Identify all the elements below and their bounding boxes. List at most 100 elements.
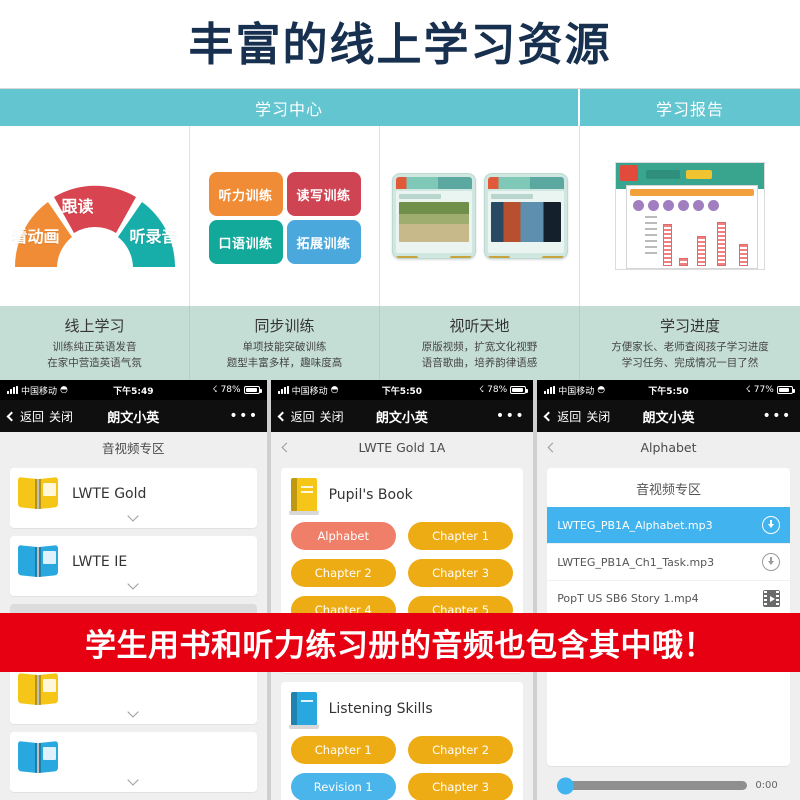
page-subheader: LWTE Gold 1A: [270, 432, 534, 462]
book-icon: [18, 673, 58, 706]
more-icon[interactable]: •••: [229, 408, 258, 424]
chart-toolbar: [630, 189, 754, 196]
chart-plot-area: [643, 214, 753, 266]
caption-subtitle: 方便家长、老师查阅孩子学习进度 学习任务、完成情况一目了然: [611, 340, 769, 370]
training-card-extension[interactable]: 拓展训练: [286, 220, 361, 264]
chart-bar: [663, 224, 672, 266]
nav-title: 朗文小英: [642, 410, 695, 426]
file-name: PopT US SB6 Story 1.mp4: [557, 592, 699, 605]
download-icon[interactable]: [761, 553, 780, 571]
chevron-down-icon[interactable]: [127, 578, 139, 590]
caption-title: 同步训练: [254, 317, 315, 336]
file-card-title: 音视频专区: [635, 483, 701, 498]
back-chevron-icon[interactable]: [547, 442, 558, 452]
thumbnail-titlebar: [395, 177, 472, 189]
audio-player[interactable]: 0:00: [547, 766, 790, 794]
chapter-pill[interactable]: Chapter 1: [407, 522, 514, 550]
chart-bar: [717, 222, 726, 266]
back-chevron-icon[interactable]: [281, 442, 292, 452]
list-item-label: LWTE Gold: [72, 486, 147, 502]
chapter-pill[interactable]: Chapter 3: [407, 773, 514, 800]
section-listening-skills: Listening Skills Chapter 1 Chapter 2 Rev…: [280, 682, 524, 800]
file-row-selected[interactable]: LWTEG_PB1A_Alphabet.mp3: [547, 507, 790, 543]
chapter-pill[interactable]: Alphabet: [290, 522, 396, 550]
training-card-listening[interactable]: 听力训练: [208, 172, 283, 216]
section-header: Pupil's Book: [288, 478, 514, 515]
nav-bar: 返回 关闭 朗文小英 •••: [537, 400, 800, 432]
list-item-row: [18, 673, 249, 706]
chart-tag-2: [686, 170, 712, 179]
chart-panel: [626, 185, 758, 269]
subheader-label: LWTE Gold 1A: [358, 439, 446, 455]
nav-bar: 返回 关闭 朗文小英 •••: [0, 400, 267, 432]
book-icon: [18, 477, 58, 510]
chart-tag-1: [646, 170, 680, 179]
thumbnail-footer: [395, 256, 472, 258]
nav-bar: 返回 关闭 朗文小英 •••: [270, 400, 534, 432]
battery-icon: [510, 386, 529, 394]
training-card-reading-writing[interactable]: 读写训练: [286, 172, 361, 216]
training-card-speaking[interactable]: 口语训练: [208, 220, 283, 264]
status-bar: 中国移动 ◓ 下午5:50 ☇ 78%: [270, 380, 534, 400]
section-title: Listening Skills: [328, 701, 433, 717]
chart-bar: [697, 236, 706, 266]
tab-learning-report[interactable]: 学习报告: [580, 89, 800, 126]
subheader-label: Alphabet: [640, 439, 697, 455]
feature-sync-training: 听力训练 读写训练 口语训练 拓展训练: [190, 126, 380, 306]
chart-avatar-row: [627, 196, 757, 211]
download-icon[interactable]: [761, 516, 780, 534]
thumbnail-body: [395, 191, 472, 253]
chapter-pill[interactable]: Chapter 3: [407, 559, 514, 587]
list-item[interactable]: LWTE IE: [10, 536, 257, 596]
feature-learning-progress: [580, 126, 800, 306]
chapter-pill[interactable]: Chapter 2: [290, 559, 396, 587]
more-icon[interactable]: •••: [763, 408, 792, 424]
progress-track[interactable]: [557, 777, 748, 794]
thumbnail-pill-left: [487, 256, 510, 258]
chevron-down-icon[interactable]: [127, 774, 139, 786]
feature-visual-row: 看动画 跟读 听录音 听力训练 读写训练 口语训练 拓展训练: [0, 126, 800, 306]
progress-knob[interactable]: [557, 777, 575, 794]
tab-learning-center[interactable]: 学习中心: [0, 89, 580, 126]
player-time: 0:00: [755, 780, 778, 791]
book-icon: [288, 692, 319, 729]
caption-line-1: 方便家长、老师查阅孩子学习进度: [611, 341, 769, 354]
list-item[interactable]: [10, 664, 257, 724]
fan-segments-svg: [14, 185, 175, 267]
bluetooth-icon: ☇: [745, 385, 751, 395]
status-bar: 中国移动 ◓ 下午5:50 ☇ 77%: [537, 380, 800, 400]
video-thumbnail-group: [391, 173, 568, 259]
caption-line-2: 语音歌曲，培养韵律语感: [421, 356, 538, 369]
section-title: Pupil's Book: [328, 487, 413, 503]
promo-banner: 学生用书和听力练习册的音频也包含其中哦！: [0, 613, 800, 672]
chevron-down-icon[interactable]: [127, 706, 139, 718]
chart-avatar: [663, 200, 674, 211]
thumbnail-caption-bar: [398, 194, 441, 199]
file-row[interactable]: PopT US SB6 Story 1.mp4: [547, 580, 790, 616]
status-right: ☇ 78%: [212, 385, 262, 395]
thumbnail-pill-right: [541, 256, 564, 258]
thumbnail-image: [490, 202, 561, 242]
chevron-down-icon[interactable]: [127, 510, 139, 522]
list-item[interactable]: [10, 732, 257, 792]
caption-line-2: 题型丰富多样，趣味度高: [226, 356, 343, 369]
file-row[interactable]: LWTEG_PB1A_Ch1_Task.mp3: [547, 543, 790, 580]
thumbnail-image: [398, 202, 469, 242]
battery-percent: 78%: [220, 385, 241, 395]
caption-title: 线上学习: [64, 317, 125, 336]
page-subheader: Alphabet: [537, 432, 800, 462]
chapter-pill[interactable]: Chapter 1: [290, 736, 396, 764]
video-thumbnail-2: [483, 173, 568, 259]
chapter-pill[interactable]: Chapter 2: [407, 736, 514, 764]
feature-video-world: [380, 126, 580, 306]
chart-avatar: [678, 200, 689, 211]
thumbnail-pill-left: [395, 256, 418, 258]
chart-avatar: [648, 200, 659, 211]
chapter-pill[interactable]: Revision 1: [290, 773, 396, 800]
nav-title: 朗文小英: [375, 410, 428, 426]
more-icon[interactable]: •••: [496, 408, 525, 424]
list-item[interactable]: LWTE Gold: [10, 468, 257, 528]
caption-line-2: 学习任务、完成情况一目了然: [621, 356, 759, 369]
video-icon[interactable]: [762, 590, 780, 607]
file-name: LWTEG_PB1A_Ch1_Task.mp3: [557, 555, 715, 569]
